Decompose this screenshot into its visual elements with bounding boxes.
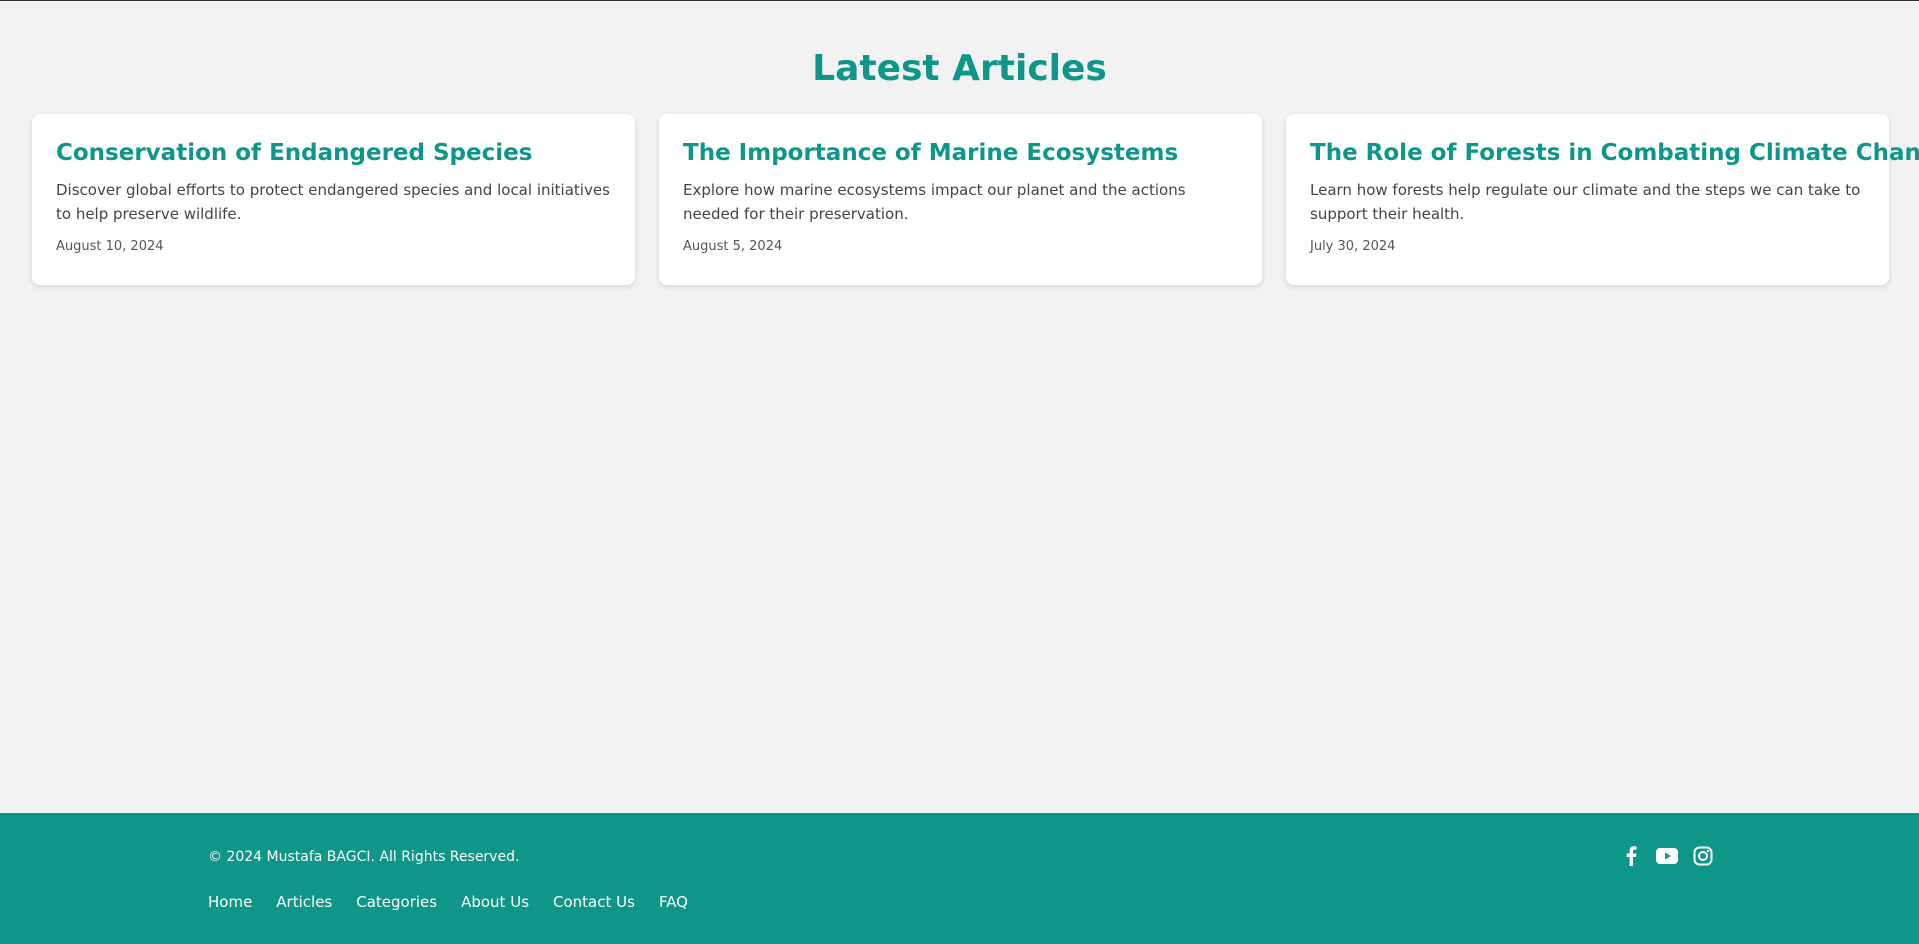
article-title[interactable]: Conservation of Endangered Species [56, 138, 611, 168]
youtube-icon[interactable] [1656, 845, 1678, 867]
article-card[interactable]: Conservation of Endangered Species Disco… [32, 114, 635, 285]
article-card[interactable]: The Role of Forests in Combating Climate… [1286, 114, 1919, 285]
article-card[interactable]: The Importance of Marine Ecosystems Expl… [659, 114, 1262, 285]
footer-link-faq[interactable]: FAQ [659, 891, 688, 913]
article-title[interactable]: The Importance of Marine Ecosystems [683, 138, 1238, 168]
article-description: Explore how marine ecosystems impact our… [683, 181, 1186, 223]
footer-link-about-us[interactable]: About Us [461, 891, 529, 913]
article-date: August 5, 2024 [683, 239, 783, 254]
footer-nav: Home Articles Categories About Us Contac… [208, 891, 688, 913]
footer-link-categories[interactable]: Categories [356, 891, 437, 913]
main-content: Latest Articles Conservation of Endanger… [0, 1, 1919, 813]
article-title[interactable]: The Role of Forests in Combating Climate… [1310, 138, 1919, 168]
footer-link-articles[interactable]: Articles [276, 891, 332, 913]
copyright-text: © 2024 Mustafa BAGCI. All Rights Reserve… [208, 849, 520, 865]
footer-link-contact-us[interactable]: Contact Us [553, 891, 635, 913]
article-date: July 30, 2024 [1310, 239, 1396, 254]
article-list: Conservation of Endangered Species Disco… [32, 114, 1919, 285]
article-description: Learn how forests help regulate our clim… [1310, 181, 1861, 223]
instagram-icon[interactable] [1692, 845, 1714, 867]
social-links [1620, 845, 1714, 867]
facebook-icon[interactable] [1620, 845, 1642, 867]
section-title: Latest Articles [812, 48, 1107, 89]
footer-link-home[interactable]: Home [208, 891, 252, 913]
article-date: August 10, 2024 [56, 239, 164, 254]
site-footer: © 2024 Mustafa BAGCI. All Rights Reserve… [0, 813, 1919, 944]
article-description: Discover global efforts to protect endan… [56, 181, 610, 223]
